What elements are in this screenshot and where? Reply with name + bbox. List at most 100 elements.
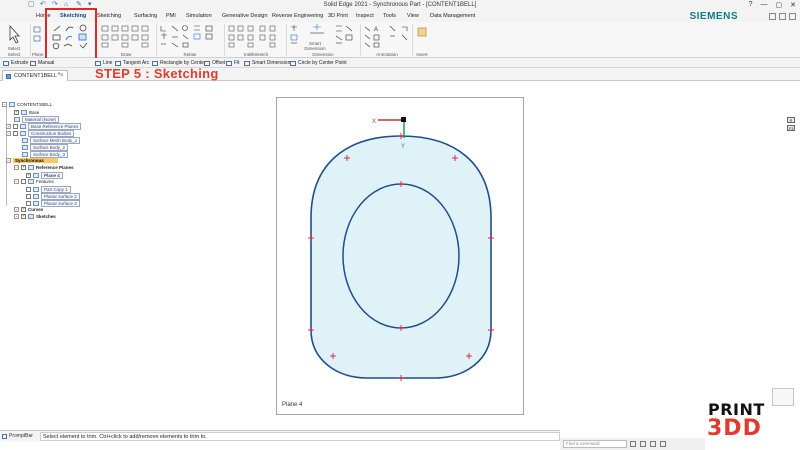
tab-data-management[interactable]: Data Management (430, 13, 475, 19)
window-title: Solid Edge 2021 - Synchronous Part - [CO… (323, 2, 477, 8)
cmd-fit[interactable]: Fit (226, 60, 240, 66)
status-icons (630, 441, 666, 447)
tree-item-features[interactable]: − Features (14, 179, 54, 184)
collapse-icon[interactable]: − (14, 165, 19, 170)
tree-item-surface-body-3[interactable]: Surface Body_3 (22, 151, 69, 158)
cmd-extrude[interactable]: Extrude (3, 60, 28, 66)
tree-item-sketches[interactable]: + Sketches (14, 213, 56, 219)
tree-item-material[interactable]: Material (None) (14, 116, 60, 123)
tab-view[interactable]: View (407, 13, 419, 19)
insert-group: Insert (413, 23, 431, 57)
visibility-checkbox[interactable] (26, 172, 31, 178)
maximize-button[interactable]: ▢ (776, 1, 783, 9)
tree-item-part-copy[interactable]: Part Copy 1 (26, 186, 71, 193)
tab-3d-print[interactable]: 3D Print (328, 13, 348, 19)
features-icon (28, 179, 34, 184)
visibility-checkbox[interactable] (21, 213, 26, 219)
cmd-circle-by-center[interactable]: Circle by Center Point (290, 60, 347, 66)
planes-icon (20, 124, 26, 129)
intellisketch-group-label: IntelliSketch (243, 52, 269, 57)
tab-pmi[interactable]: PMI (166, 13, 176, 19)
outer-profile[interactable] (310, 135, 492, 379)
visibility-checkbox[interactable] (21, 206, 26, 212)
relate-icons[interactable] (158, 23, 222, 51)
tab-simulation[interactable]: Simulation (186, 13, 212, 19)
select-button-label: Select (7, 46, 21, 51)
visibility-checkbox[interactable] (26, 194, 31, 199)
select-group: Select Select (0, 23, 28, 57)
status-icon[interactable] (630, 441, 636, 447)
tree-item-surface-mesh-body[interactable]: Surface Mesh Body_1 (22, 137, 81, 144)
sketch-icon (28, 214, 34, 219)
visibility-checkbox[interactable] (13, 131, 18, 136)
collapse-icon[interactable]: − (14, 179, 19, 184)
status-icon[interactable] (660, 441, 666, 447)
visibility-checkbox[interactable] (26, 187, 31, 192)
ribbon-options-icon[interactable] (779, 13, 786, 20)
graphics-window[interactable]: X Y Plane 4 (276, 97, 524, 415)
tab-surfacing[interactable]: Surfacing (134, 13, 157, 19)
plane-icon (33, 173, 39, 178)
ribbon-minimize-icon[interactable] (769, 13, 776, 20)
insert-icon[interactable] (413, 23, 431, 49)
tree-item-base-reference-planes[interactable]: + Base Reference Planes (6, 123, 82, 130)
view-cube[interactable] (772, 388, 794, 406)
annotation-icons[interactable]: A (362, 23, 412, 51)
collapse-icon[interactable]: − (6, 158, 11, 163)
collapse-icon[interactable]: − (2, 102, 7, 107)
origin-marker[interactable] (401, 117, 406, 122)
tree-root[interactable]: − CONTENT1BELL (2, 102, 52, 107)
f3-lock-button[interactable]: F3 (787, 125, 795, 131)
lock-icon[interactable]: ⌾ (787, 117, 795, 123)
tree-item-planar-surface-2[interactable]: Planar surface 2 (26, 193, 80, 200)
smart-dimension-label[interactable]: Smart Dimension (300, 41, 330, 51)
close-button[interactable]: ✕ (790, 1, 796, 9)
ribbon: Select Select Plane Draw Relate IntelliS… (0, 22, 800, 58)
cmd-manual[interactable]: Manual (30, 60, 54, 66)
sketch-svg[interactable]: X Y (277, 98, 525, 416)
ribbon-separator (360, 24, 361, 56)
tree-item-plane-4[interactable]: Plane 4 (26, 172, 63, 179)
extrude-icon (3, 60, 9, 66)
minimize-button[interactable]: — (761, 1, 768, 9)
tab-generative-design[interactable]: Generative Design (222, 13, 268, 19)
visibility-checkbox[interactable] (21, 179, 26, 184)
expand-icon[interactable]: + (6, 124, 11, 129)
dimension-group-label: Dimension (312, 52, 334, 57)
ribbon-close-icon[interactable] (789, 13, 796, 20)
expand-icon[interactable]: + (14, 214, 19, 219)
construction-icon (20, 131, 26, 136)
intellisketch-icons[interactable] (226, 23, 286, 51)
tab-reverse-engineering[interactable]: Reverse Engineering (272, 13, 323, 19)
visibility-checkbox[interactable] (26, 201, 31, 206)
new-tab-icon[interactable]: + (57, 71, 61, 78)
collapse-icon[interactable]: − (6, 131, 11, 136)
tree-item-planar-surface-3[interactable]: Planar surface 3 (26, 200, 80, 207)
tree-item-curves[interactable]: + Curves (14, 206, 43, 212)
status-icon[interactable] (640, 441, 646, 447)
help-button[interactable]: ? (749, 1, 753, 9)
tree-item-reference-planes[interactable]: − Reference Planes (14, 164, 74, 170)
tab-inspect[interactable]: Inspect (356, 13, 374, 19)
surface-icon (22, 152, 28, 157)
visibility-checkbox[interactable] (13, 124, 18, 129)
visibility-checkbox[interactable] (21, 164, 26, 170)
prompt-bar-tab[interactable]: PromptBar (2, 433, 33, 439)
tree-item-base[interactable]: Base (14, 109, 39, 115)
tab-tools[interactable]: Tools (383, 13, 396, 19)
tab-sketching-2[interactable]: Sketching (97, 13, 121, 19)
ribbon-separator (224, 24, 225, 56)
cmd-smart-dimension[interactable]: Smart Dimension (244, 60, 290, 66)
expand-icon[interactable]: + (14, 207, 19, 212)
part-icon (9, 102, 15, 107)
tree-item-synchronous[interactable]: − Synchronous (6, 158, 58, 163)
status-icon[interactable] (650, 441, 656, 447)
draw-more-icons[interactable] (98, 23, 154, 51)
tree-item-surface-body-2[interactable]: Surface Body_2 (22, 144, 69, 151)
planar-surface-icon (33, 194, 39, 199)
find-command-input[interactable]: Find a command (563, 440, 627, 448)
tree-item-construction-bodies[interactable]: − Construction Bodies (6, 130, 75, 137)
annotation-group-label: Annotation (376, 52, 398, 57)
visibility-checkbox[interactable] (14, 109, 19, 115)
y-axis-label: Y (401, 144, 405, 150)
